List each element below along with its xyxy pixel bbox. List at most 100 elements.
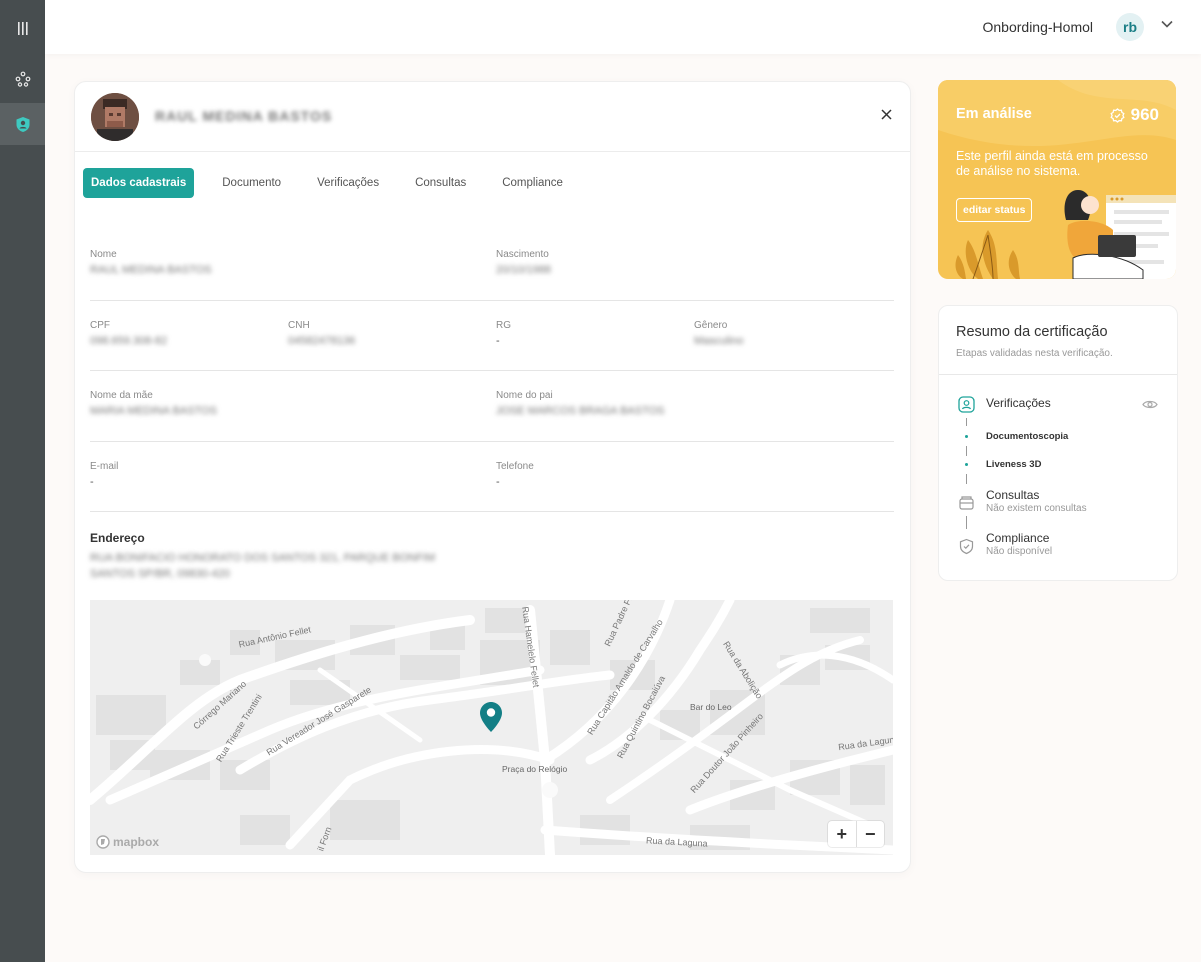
field-telefone: Telefone -: [496, 461, 534, 488]
tab-compliance[interactable]: Compliance: [485, 168, 580, 198]
tab-verificacoes[interactable]: Verificações: [300, 168, 396, 198]
divider: [90, 300, 894, 301]
field-nome-mae: Nome da mãe MARIA MEDINA BASTOS: [90, 390, 217, 417]
field-cpf: CPF 098.659.308-82: [90, 320, 167, 347]
field-value: RAUL MEDINA BASTOS: [90, 264, 212, 276]
field-value: 20/10/1988: [496, 264, 552, 276]
menu-toggle-button[interactable]: [0, 7, 45, 49]
step-connector: [966, 418, 967, 426]
network-icon: [15, 71, 30, 87]
step-title: Verificações: [986, 396, 1051, 410]
tab-dados-cadastrais[interactable]: Dados cadastrais: [83, 168, 195, 198]
field-nome-pai: Nome do pai JOSE MARCOS BRAGA BASTOS: [496, 390, 665, 417]
step-verificacoes: Verificações: [986, 396, 1051, 410]
status-message: Este perfil ainda está em processo de an…: [956, 149, 1148, 178]
address-line-2: SANTOS SP/BR, 09830-420: [90, 568, 230, 580]
organization-name[interactable]: Onbording-Homol: [983, 19, 1094, 35]
field-label: Nome do pai: [496, 390, 553, 401]
map-label-place: Bar do Leo: [690, 702, 732, 712]
score-value: 960: [1130, 105, 1159, 124]
nav-profiles[interactable]: [0, 103, 45, 145]
address-line-1: RUA BONIFACIO HONORATO DOS SANTOS 321, P…: [90, 552, 436, 564]
wallet-icon: [959, 496, 974, 510]
topbar: Onbording-Homol rb: [45, 0, 1201, 54]
status-score: 960: [1109, 105, 1159, 125]
certification-summary: Resumo da certificação Etapas validadas …: [938, 305, 1178, 581]
step-dot: [965, 435, 968, 438]
field-label: CPF: [90, 320, 110, 331]
profile-name: RAUL MEDINA BASTOS: [155, 108, 333, 124]
profile-header: RAUL MEDINA BASTOS: [75, 82, 910, 152]
badge-check-icon: [1109, 107, 1125, 123]
face-verification-icon: [958, 396, 975, 413]
field-value: -: [90, 476, 94, 488]
step-dot: [965, 463, 968, 466]
sidebar: [0, 0, 45, 962]
field-genero: Gênero Masculino: [694, 320, 744, 347]
divider: [90, 370, 894, 371]
step-subtitle: Não existem consultas: [986, 503, 1087, 514]
field-label: Nome: [90, 249, 117, 260]
step-title: Compliance: [986, 531, 1050, 545]
field-label: Telefone: [496, 461, 534, 472]
field-label: E-mail: [90, 461, 119, 472]
substep-documentoscopia: Documentoscopia: [986, 431, 1069, 442]
step-subtitle: Não disponível: [986, 546, 1053, 557]
summary-title: Resumo da certificação: [956, 324, 1108, 340]
mapbox-icon: [96, 835, 110, 849]
mapbox-label: mapbox: [113, 835, 160, 849]
summary-subtitle: Etapas validadas nesta verificação.: [956, 348, 1113, 359]
location-pin-icon[interactable]: [479, 701, 503, 733]
field-nome: Nome RAUL MEDINA BASTOS: [90, 249, 212, 276]
field-value: -: [496, 476, 500, 488]
divider: [939, 374, 1177, 375]
step-compliance: Compliance Não disponível: [986, 531, 1052, 557]
tab-documento[interactable]: Documento: [205, 168, 298, 198]
field-value: -: [496, 335, 500, 347]
profile-card: RAUL MEDINA BASTOS Dados cadastrais Docu…: [74, 81, 911, 873]
shield-check-icon: [959, 538, 974, 555]
field-cnh: CNH 04582478136: [288, 320, 355, 347]
field-label: Nascimento: [496, 249, 549, 260]
step-connector: [966, 446, 967, 456]
field-label: CNH: [288, 320, 310, 331]
field-email: E-mail -: [90, 461, 118, 488]
zoom-in-button[interactable]: +: [828, 821, 856, 847]
substep-liveness: Liveness 3D: [986, 459, 1042, 470]
tab-consultas[interactable]: Consultas: [398, 168, 483, 198]
zoom-control: + −: [828, 821, 884, 847]
step-connector: [966, 474, 967, 484]
eye-icon[interactable]: [1142, 399, 1158, 410]
field-value: Masculino: [694, 335, 744, 347]
zoom-out-button[interactable]: −: [855, 821, 885, 847]
step-connector: [966, 516, 967, 529]
field-rg: RG -: [496, 320, 511, 347]
address-title: Endereço: [90, 531, 145, 545]
field-value: 04582478136: [288, 335, 356, 347]
user-avatar[interactable]: rb: [1116, 13, 1144, 41]
divider: [90, 511, 894, 512]
status-card: Em análise 960 Este perfil ainda está em…: [938, 80, 1176, 279]
address-map[interactable]: Rua Antônio Fellet Córrego Mariano Rua T…: [90, 600, 893, 855]
close-icon[interactable]: [881, 109, 892, 120]
nav-workflows[interactable]: [0, 58, 45, 100]
mapbox-logo[interactable]: mapbox: [96, 835, 159, 849]
step-consultas: Consultas Não existem consultas: [986, 488, 1087, 514]
field-label: Nome da mãe: [90, 390, 153, 401]
field-value: JOSE MARCOS BRAGA BASTOS: [496, 405, 665, 417]
profile-photo: [91, 93, 139, 141]
status-title: Em análise: [956, 106, 1032, 122]
divider: [90, 441, 894, 442]
field-nascimento: Nascimento 20/10/1988: [496, 249, 551, 276]
menu-icon: [17, 21, 28, 35]
step-title: Consultas: [986, 488, 1040, 502]
user-shield-icon: [16, 116, 29, 132]
edit-status-button[interactable]: editar status: [956, 198, 1033, 222]
profile-tabs: Dados cadastrais Documento Verificações …: [83, 168, 582, 198]
field-value: 098.659.308-82: [90, 335, 168, 347]
field-label: RG: [496, 320, 511, 331]
chevron-down-icon[interactable]: [1161, 20, 1173, 28]
map-label-place: Praça do Relógio: [502, 764, 568, 774]
field-label: Gênero: [694, 320, 728, 331]
field-value: MARIA MEDINA BASTOS: [90, 405, 217, 417]
